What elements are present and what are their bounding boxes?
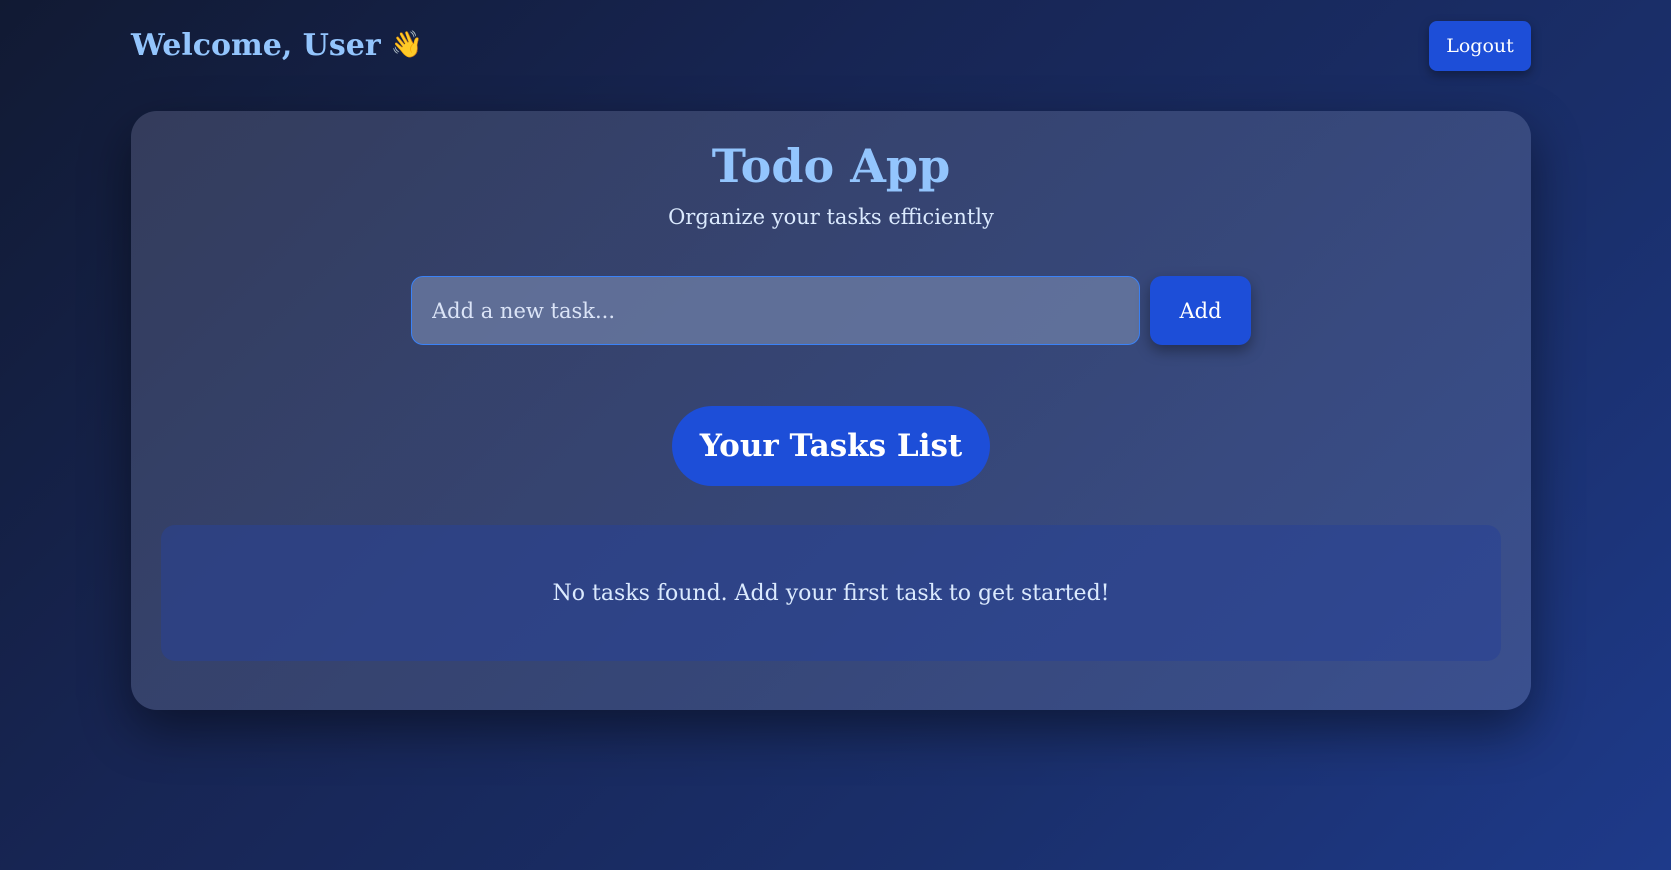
tasks-list-heading: Your Tasks List — [672, 406, 990, 486]
new-task-input[interactable] — [411, 276, 1140, 345]
top-bar: Welcome, User 👋 Logout — [131, 0, 1531, 92]
welcome-text: Welcome, User — [131, 27, 381, 63]
logout-button[interactable]: Logout — [1429, 21, 1531, 71]
add-task-button[interactable]: Add — [1150, 276, 1251, 345]
waving-hand-icon: 👋 — [390, 30, 424, 60]
empty-state-message: No tasks found. Add your first task to g… — [552, 580, 1110, 606]
todo-card: Todo App Organize your tasks efficiently… — [131, 111, 1531, 710]
add-task-form: Add — [411, 276, 1251, 345]
welcome-message: Welcome, User 👋 — [131, 28, 423, 63]
page-subtitle: Organize your tasks efficiently — [668, 205, 994, 229]
tasks-empty-state: No tasks found. Add your first task to g… — [161, 525, 1501, 661]
page-title: Todo App — [711, 139, 951, 193]
